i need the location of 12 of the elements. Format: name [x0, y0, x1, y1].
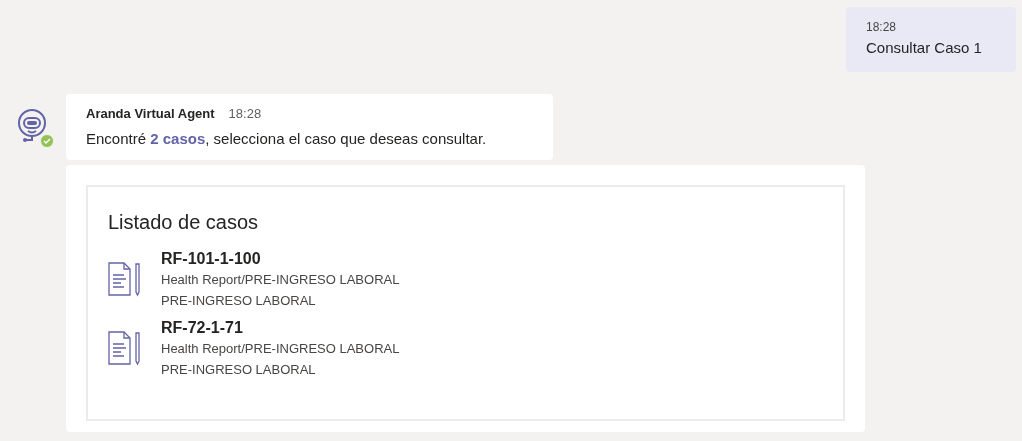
case-subcategory: PRE-INGRESO LABORAL — [161, 292, 317, 310]
case-category: Health Report/PRE-INGRESO LABORAL — [161, 340, 400, 358]
message-text: Encontré 2 casos, selecciona el caso que deseas consultar. — [86, 128, 488, 149]
case-category: Health Report/PRE-INGRESO LABORAL — [161, 271, 400, 289]
card-title: Listado de casos — [108, 210, 260, 235]
sender-name: Aranda Virtual Agent — [86, 105, 215, 123]
message-time: 18:28 — [866, 19, 898, 35]
case-subcategory: PRE-INGRESO LABORAL — [161, 361, 317, 379]
case-id[interactable]: RF-72-1-71 — [161, 318, 400, 338]
message-time: 18:28 — [228, 105, 262, 123]
message-text: Consultar Caso 1 — [866, 38, 983, 58]
case-id[interactable]: RF-101-1-100 — [161, 249, 400, 269]
